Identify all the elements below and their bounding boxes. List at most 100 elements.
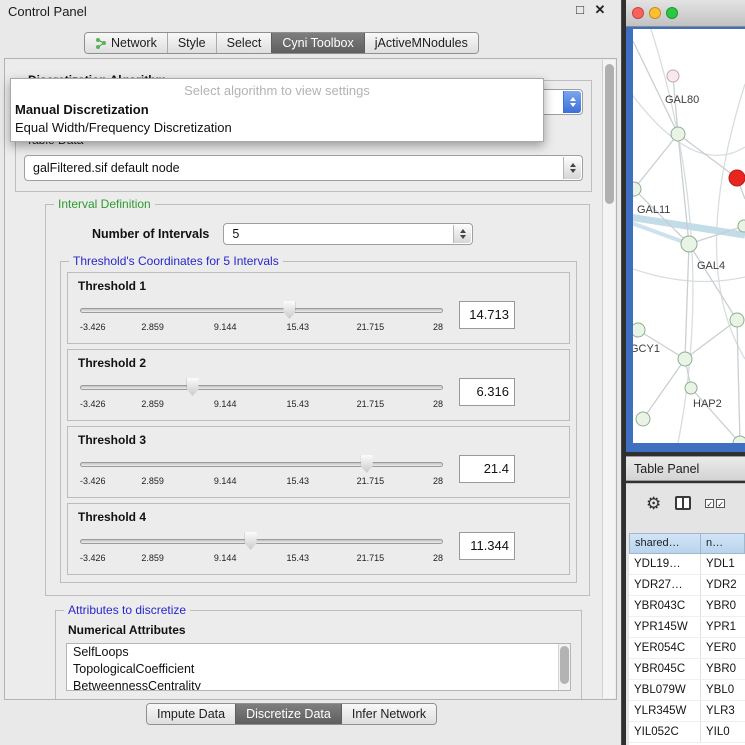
table-row[interactable]: YLR345WYLR3 — [629, 701, 745, 722]
list-item[interactable]: SelfLoops — [67, 644, 570, 661]
columns-icon[interactable] — [675, 496, 691, 510]
network-canvas[interactable]: GAL80 GAL11 GAL4 GCY1 HAP2 — [633, 29, 745, 443]
network-node[interactable] — [667, 70, 679, 82]
gear-icon[interactable]: ⚙ — [646, 495, 661, 512]
slider-scale: -3.426 2.859 9.144 15.43 21.715 28 — [80, 322, 443, 334]
tick-label: -3.426 — [80, 322, 106, 332]
tab-style[interactable]: Style — [167, 33, 216, 53]
combobox-stepper[interactable] — [563, 157, 581, 179]
combobox-stepper[interactable] — [453, 225, 471, 243]
list-item[interactable]: BetweennessCentrality — [67, 678, 570, 691]
tab-discretize-data[interactable]: Discretize Data — [235, 704, 341, 724]
table-panel: ⚙ shared… n… YDL19…YDL1 YDR27…YDR2 YBR04… — [626, 483, 745, 745]
thresholds-group: Threshold's Coordinates for 5 Intervals … — [60, 261, 577, 583]
network-node[interactable] — [681, 236, 697, 252]
minimize-traffic-light[interactable] — [649, 7, 661, 19]
column-header-shared-name[interactable]: shared… — [629, 533, 701, 554]
slider-scale: -3.426 2.859 9.144 15.43 21.715 28 — [80, 476, 443, 488]
float-window-icon[interactable]: □ — [572, 2, 588, 18]
slider-track — [80, 308, 443, 313]
slider-thumb[interactable] — [187, 378, 199, 396]
cell: YBR045C — [629, 659, 701, 679]
cell: YPR1 — [701, 617, 745, 637]
table-row[interactable]: YER054CYER0 — [629, 638, 745, 659]
slider-thumb[interactable] — [361, 455, 373, 473]
node-label-hap2: HAP2 — [693, 398, 722, 410]
network-node[interactable] — [685, 382, 697, 394]
scrollbar-thumb[interactable] — [560, 646, 569, 684]
dropdown-option-manual-discretization[interactable]: Manual Discretization — [11, 101, 543, 119]
group-title: Threshold's Coordinates for 5 Intervals — [69, 254, 283, 268]
cell: YER0 — [701, 638, 745, 658]
close-icon[interactable]: ✕ — [592, 2, 608, 18]
tab-cyni-toolbox[interactable]: Cyni Toolbox — [271, 33, 363, 53]
tab-select[interactable]: Select — [216, 33, 272, 53]
table-row[interactable]: YDL19…YDL1 — [629, 554, 745, 575]
cell: YER054C — [629, 638, 701, 658]
tick-label: 28 — [433, 322, 443, 332]
table-row[interactable]: YIL052CYIL0 — [629, 722, 745, 743]
tick-label: 9.144 — [214, 553, 237, 563]
network-node[interactable] — [730, 313, 744, 327]
table-row[interactable]: YBL079WYBL0 — [629, 680, 745, 701]
table-row[interactable]: YBR045CYBR0 — [629, 659, 745, 680]
threshold-slider[interactable]: -3.426 2.859 9.144 15.43 21.715 28 — [80, 378, 443, 412]
zoom-traffic-light[interactable] — [666, 7, 678, 19]
tick-label: 15.43 — [287, 399, 310, 409]
network-node[interactable] — [738, 220, 745, 232]
select-columns-icon[interactable] — [705, 499, 725, 508]
threshold-slider[interactable]: -3.426 2.859 9.144 15.43 21.715 28 — [80, 455, 443, 489]
tab-jactivemodules[interactable]: jActiveMNodules — [364, 33, 478, 53]
column-header-name[interactable]: n… — [701, 533, 745, 554]
interval-definition-group: Interval Definition Number of Intervals … — [45, 204, 590, 596]
node-table: shared… n… YDL19…YDL1 YDR27…YDR2 YBR043C… — [629, 533, 745, 745]
slider-track — [80, 462, 443, 467]
network-node[interactable] — [633, 323, 645, 337]
slider-track — [80, 385, 443, 390]
list-item[interactable]: TopologicalCoefficient — [67, 661, 570, 678]
threshold-value-field[interactable]: 14.713 — [459, 301, 515, 329]
highlighted-node[interactable] — [729, 170, 745, 186]
right-pane: GAL80 GAL11 GAL4 GCY1 HAP2 Table Panel ⚙… — [626, 0, 745, 745]
dropdown-option-equal-width-frequency[interactable]: Equal Width/Frequency Discretization — [11, 119, 543, 137]
panel-scrollbar[interactable] — [602, 60, 615, 698]
threshold-value-field[interactable]: 21.4 — [459, 455, 515, 483]
scrollbar-thumb[interactable] — [605, 64, 614, 204]
tab-infer-network[interactable]: Infer Network — [341, 704, 436, 724]
tab-network[interactable]: Network — [85, 33, 167, 53]
table-row[interactable]: YDR27…YDR2 — [629, 575, 745, 596]
attributes-group: Attributes to discretize Numerical Attri… — [55, 610, 582, 700]
threshold-label: Threshold 4 — [78, 510, 569, 524]
network-node[interactable] — [636, 412, 650, 426]
number-of-intervals-combobox[interactable]: 5 — [223, 223, 473, 245]
network-node[interactable] — [671, 127, 685, 141]
dropdown-placeholder: Select algorithm to view settings — [11, 81, 543, 101]
node-label-gcy1: GCY1 — [633, 343, 660, 355]
table-panel-title: Table Panel — [626, 456, 745, 481]
table-row[interactable]: YPR145WYPR1 — [629, 617, 745, 638]
slider-thumb[interactable] — [245, 532, 257, 550]
tab-label: Network — [111, 36, 157, 50]
list-scrollbar[interactable] — [558, 644, 570, 690]
cell: YBR043C — [629, 596, 701, 616]
tick-label: 15.43 — [287, 476, 310, 486]
combobox-stepper[interactable] — [563, 91, 581, 113]
tick-label: 21.715 — [357, 553, 385, 563]
threshold-slider[interactable]: -3.426 2.859 9.144 15.43 21.715 28 — [80, 532, 443, 566]
network-view-window: GAL80 GAL11 GAL4 GCY1 HAP2 — [626, 0, 745, 452]
control-panel-window: Control Panel □ ✕ Network Style Select C… — [0, 0, 622, 745]
slider-scale: -3.426 2.859 9.144 15.43 21.715 28 — [80, 553, 443, 565]
close-traffic-light[interactable] — [632, 7, 644, 19]
cell: YIL0 — [701, 722, 745, 742]
slider-track — [80, 539, 443, 544]
network-node[interactable] — [678, 352, 692, 366]
table-data-combobox[interactable]: galFiltered.sif default node — [24, 155, 583, 181]
threshold-slider[interactable]: -3.426 2.859 9.144 15.43 21.715 28 — [80, 301, 443, 335]
threshold-value-field[interactable]: 6.316 — [459, 378, 515, 406]
table-row[interactable]: YBR043CYBR0 — [629, 596, 745, 617]
threshold-panel: Threshold 3 -3.426 2.859 9.144 15.43 21.… — [67, 426, 570, 498]
threshold-value-field[interactable]: 11.344 — [459, 532, 515, 560]
tab-impute-data[interactable]: Impute Data — [147, 704, 235, 724]
tick-label: 15.43 — [287, 322, 310, 332]
slider-thumb[interactable] — [283, 301, 295, 319]
